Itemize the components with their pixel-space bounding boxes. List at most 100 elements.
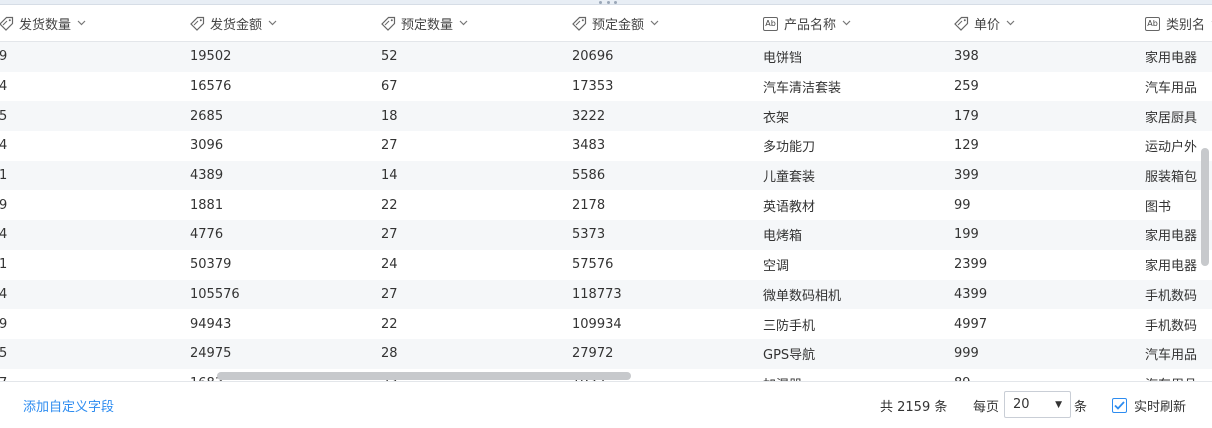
table-cell: 179 (954, 108, 979, 124)
table-cell: 27 (381, 138, 398, 154)
table-cell: 加湿器 (757, 374, 948, 381)
chevron-down-icon[interactable] (77, 18, 86, 29)
realtime-refresh-label: 实时刷新 (1134, 400, 1187, 415)
table-cell: 家用电器 (1145, 51, 1198, 67)
table-cell: 19502 (190, 49, 232, 65)
table-row[interactable]: 9 19502 52 20696 电饼铛 398 家用电器 (0, 42, 1212, 72)
resize-handle[interactable] (599, 0, 617, 5)
table-cell: 汽车用品 (1145, 348, 1198, 364)
table-cell: 三防手机 (763, 318, 816, 334)
column-header-5[interactable]: 单价 (948, 6, 1139, 41)
table-cell: 17353 (572, 79, 614, 95)
table-cell: 129 (954, 138, 979, 154)
table-cell: 汽车清洁套装 (763, 81, 842, 97)
total-count: 共 2159 条 (880, 400, 948, 415)
table-cell: 50379 (190, 257, 232, 273)
chevron-down-icon[interactable] (1006, 18, 1015, 29)
table-cell: 4389 (190, 168, 224, 184)
table-cell: 27 (381, 286, 398, 302)
table-cell: 电烤箱 (763, 229, 803, 245)
table-row[interactable]: 1 4389 14 5586 儿童套装 399 服装箱包 (0, 160, 1212, 191)
table-cell: 999 (954, 346, 979, 362)
table-row[interactable]: 5 24975 28 27972 GPS导航 999 汽车用品 (0, 338, 1212, 369)
column-header-2[interactable]: 预定数量 (375, 6, 566, 41)
add-custom-field-link[interactable]: 添加自定义字段 (23, 396, 114, 415)
tag-icon (572, 16, 587, 31)
table-cell: GPS导航 (763, 348, 816, 364)
table-row[interactable]: 5 2685 18 3222 衣架 179 家居厨具 (0, 101, 1212, 132)
column-header-6[interactable]: Ab 类别名 (1139, 6, 1212, 41)
table-cell: 5 (0, 346, 8, 362)
table-cell: 2399 (954, 257, 988, 273)
column-header-4[interactable]: Ab 产品名称 (757, 6, 948, 41)
table-cell: 105576 (190, 286, 240, 302)
table-cell: 22 (381, 197, 398, 213)
table-cell: 3096 (190, 138, 224, 154)
column-header-1[interactable]: 发货金额 (184, 6, 375, 41)
table-cell: 4776 (190, 227, 224, 243)
column-header-label: 预定数量 (401, 18, 454, 33)
table-cell: 22 (381, 316, 398, 332)
tag-icon (381, 16, 396, 31)
table-cell: 109934 (572, 316, 622, 332)
table-body: 9 19502 52 20696 电饼铛 398 家用电器 4 16576 67 17353 汽车清洁… (0, 42, 1212, 381)
table-cell: 2685 (190, 108, 224, 124)
table-row[interactable]: 4 16576 67 17353 汽车清洁套装 259 汽车用品 (0, 72, 1212, 102)
table-cell: 9 (0, 316, 8, 332)
table-cell: 18 (381, 108, 398, 124)
table-row[interactable]: 9 94943 22 109934 三防手机 4997 手机数码 (0, 309, 1212, 339)
table-cell: 4997 (954, 316, 988, 332)
table-cell: 多功能刀 (763, 140, 816, 156)
column-header-label: 发货数量 (19, 18, 72, 33)
table-header: 发货数量 发货金额 预定数量 预定金额 Ab 产品名称 单价 Ab 类别名 (0, 6, 1212, 42)
chevron-down-icon[interactable] (459, 18, 468, 29)
table-cell: 5373 (572, 227, 606, 243)
table-cell: 199 (954, 227, 979, 243)
table-cell: 汽车用品 (1139, 374, 1212, 381)
table-cell: 英语教材 (763, 199, 816, 215)
table-cell: 衣架 (763, 110, 790, 126)
table-row[interactable]: 1 50379 24 57576 空调 2399 家用电器 (0, 250, 1212, 280)
checkbox-checked-icon[interactable] (1112, 398, 1127, 413)
table-cell: 4 (0, 286, 8, 302)
chevron-down-icon[interactable] (650, 18, 659, 29)
table-cell: 399 (954, 168, 979, 184)
column-header-3[interactable]: 预定金额 (566, 6, 757, 41)
ab-text-icon: Ab (763, 16, 778, 31)
table-cell: 57576 (572, 257, 614, 273)
table-cell: 14 (381, 168, 398, 184)
table-row[interactable]: 4 4776 27 5373 电烤箱 199 家用电器 (0, 220, 1212, 250)
chevron-down-icon[interactable] (268, 18, 277, 29)
table-cell: 3222 (572, 108, 606, 124)
column-header-label: 预定金额 (592, 18, 645, 33)
tag-icon (190, 16, 205, 31)
table-cell: 28 (381, 346, 398, 362)
table-cell: 4399 (954, 286, 988, 302)
data-grid: 发货数量 发货金额 预定数量 预定金额 Ab 产品名称 单价 Ab 类别名 9 19502 52 20… (0, 6, 1212, 381)
table-cell: 微单数码相机 (763, 288, 842, 304)
vertical-scrollbar[interactable] (1201, 148, 1209, 266)
table-row[interactable]: 9 1881 22 2178 英语教材 99 图书 (0, 190, 1212, 220)
table-cell: 电饼铛 (763, 51, 803, 67)
table-cell: 67 (381, 79, 398, 95)
table-cell: 99 (954, 197, 971, 213)
column-header-0[interactable]: 发货数量 (0, 6, 184, 41)
table-cell: 3483 (572, 138, 606, 154)
table-cell: 4 (0, 138, 8, 154)
table-cell: 20696 (572, 49, 614, 65)
chevron-down-icon[interactable] (842, 18, 851, 29)
table-cell: 1881 (190, 197, 224, 213)
page-size-select[interactable]: 20 ▼ (1004, 391, 1071, 418)
realtime-refresh-toggle[interactable]: 实时刷新 (1112, 396, 1186, 415)
page-size-value: 20 (1013, 397, 1030, 412)
table-row[interactable]: 4 3096 27 3483 多功能刀 129 运动户外 (0, 131, 1212, 161)
table-cell: 27 (381, 227, 398, 243)
table-cell: 24975 (190, 346, 232, 362)
column-header-label: 产品名称 (784, 18, 837, 33)
table-cell: 259 (954, 79, 979, 95)
table-row[interactable]: 4 105576 27 118773 微单数码相机 4399 手机数码 (0, 279, 1212, 310)
table-cell: 1 (0, 168, 8, 184)
table-cell: 9 (0, 49, 8, 65)
table-cell: 家居厨具 (1145, 110, 1198, 126)
horizontal-scrollbar[interactable] (217, 372, 631, 380)
